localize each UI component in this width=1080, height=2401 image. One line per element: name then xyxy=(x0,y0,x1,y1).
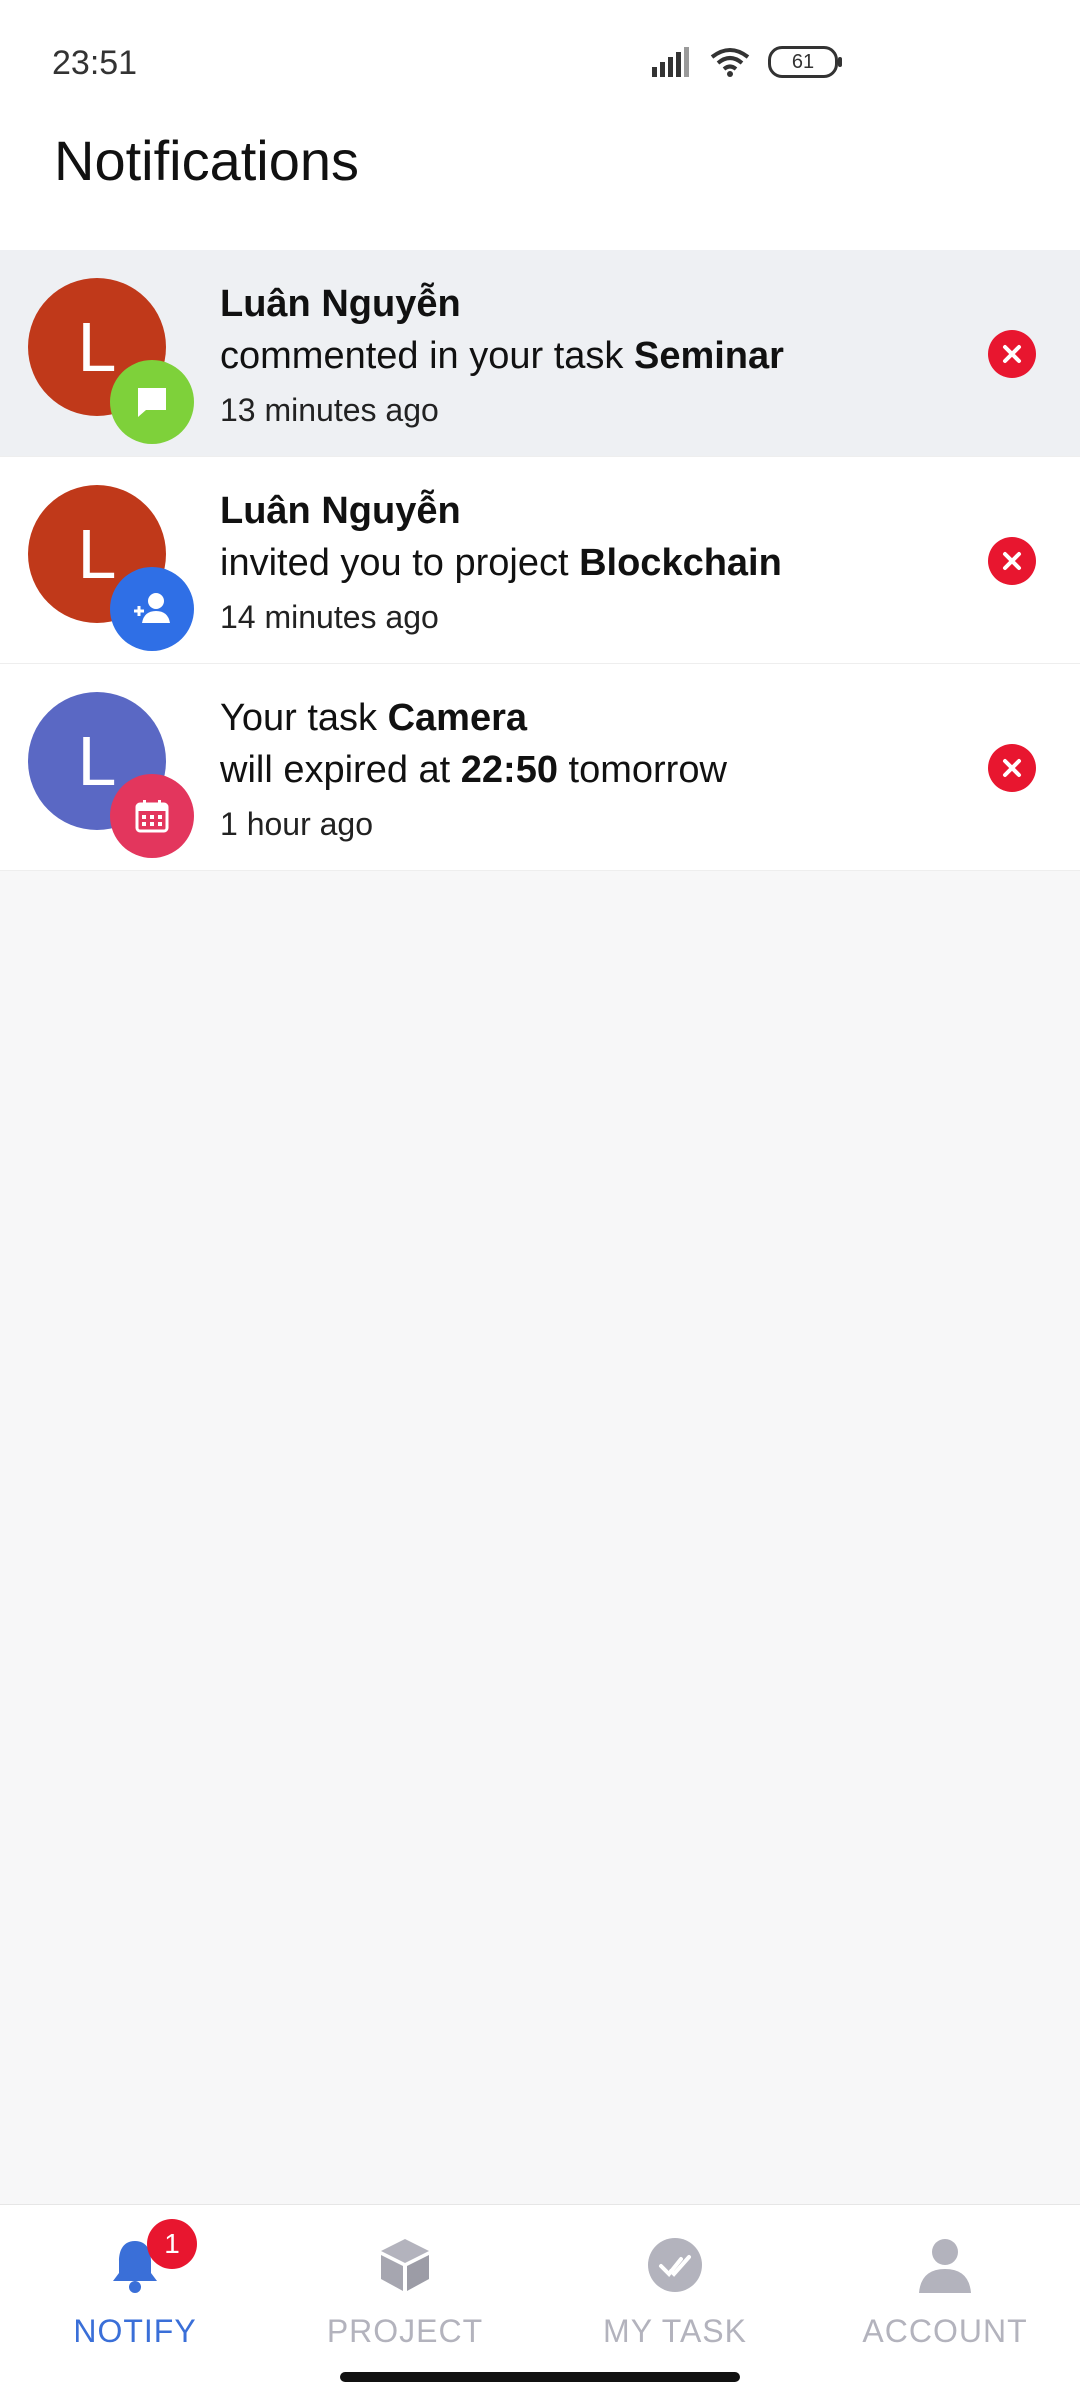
close-icon xyxy=(1003,552,1021,570)
delete-button[interactable] xyxy=(988,744,1036,792)
add-user-icon xyxy=(134,593,170,623)
nav-label-my-task: MY TASK xyxy=(603,2313,747,2349)
close-icon xyxy=(1003,345,1021,363)
notification-text: Luân Nguyễn commented in your task Semin… xyxy=(220,278,950,438)
delete-button[interactable] xyxy=(988,537,1036,585)
notification-text: Luân Nguyễn invited you to project Block… xyxy=(220,485,950,645)
person-icon xyxy=(919,2239,971,2293)
notification-list: L Luân Nguyễn commented in your task Sem… xyxy=(0,250,1080,871)
notification-count-badge: 1 xyxy=(147,2219,197,2269)
deadline-badge xyxy=(110,774,194,858)
nav-label-project: PROJECT xyxy=(326,2313,484,2349)
notification-time: 14 minutes ago xyxy=(220,599,439,635)
nav-account[interactable]: ACCOUNT xyxy=(810,2229,1080,2369)
page-title: Notifications xyxy=(54,129,360,192)
nav-notify[interactable]: 1 NOTIFY xyxy=(0,2219,270,2369)
check-icon-wrap xyxy=(645,2235,705,2295)
delete-button[interactable] xyxy=(988,330,1036,378)
avatar-letter: L xyxy=(77,515,117,593)
bell-icon-wrap: 1 xyxy=(105,2219,197,2295)
notification-item[interactable]: L Your task Camera will expired at 22:50… xyxy=(0,664,1080,871)
cube-icon xyxy=(381,2239,429,2291)
status-bar: 23:51 61 xyxy=(0,0,1080,120)
avatar-letter: L xyxy=(77,308,117,386)
check-circle-icon xyxy=(648,2238,702,2292)
cube-icon-wrap xyxy=(375,2235,435,2295)
action-text: commented in your task xyxy=(220,335,634,377)
status-time: 23:51 xyxy=(52,44,138,82)
notification-item[interactable]: L Luân Nguyễn commented in your task Sem… xyxy=(0,250,1080,457)
status-icons: 61 xyxy=(652,46,842,78)
nav-my-task[interactable]: MY TASK xyxy=(540,2229,810,2369)
notification-title: Your task Camera xyxy=(220,692,950,744)
target-name: Seminar xyxy=(633,335,784,377)
notification-message: will expired at 22:50 tomorrow xyxy=(220,744,950,796)
nav-label-notify: NOTIFY xyxy=(73,2313,197,2349)
title-prefix: Your task xyxy=(220,697,388,739)
header: Notifications xyxy=(0,120,1080,250)
message-suffix: tomorrow xyxy=(557,749,727,791)
notification-message: commented in your task Seminar xyxy=(220,330,950,382)
wifi-icon xyxy=(710,48,750,77)
actor-name: Luân Nguyễn xyxy=(220,490,461,532)
signal-icon xyxy=(652,47,689,77)
notification-item[interactable]: L Luân Nguyễn invited you to project Blo… xyxy=(0,457,1080,664)
comment-badge xyxy=(110,360,194,444)
home-indicator[interactable] xyxy=(340,2372,740,2382)
message-prefix: will expired at xyxy=(220,749,461,791)
battery-indicator: 61 xyxy=(768,46,842,78)
calendar-icon xyxy=(135,800,169,833)
comment-icon xyxy=(138,388,166,417)
action-text: invited you to project xyxy=(220,542,580,584)
nav-label-account: ACCOUNT xyxy=(862,2313,1028,2349)
notification-message: invited you to project Blockchain xyxy=(220,537,950,589)
actor-name: Luân Nguyễn xyxy=(220,283,461,325)
target-name: Blockchain xyxy=(579,542,782,584)
battery-level: 61 xyxy=(791,50,815,73)
notification-text: Your task Camera will expired at 22:50 t… xyxy=(220,692,950,852)
avatar-letter: L xyxy=(77,722,117,800)
close-icon xyxy=(1003,759,1021,777)
task-name: Camera xyxy=(387,697,528,739)
person-icon-wrap xyxy=(915,2235,975,2295)
invite-badge xyxy=(110,567,194,651)
notification-time: 1 hour ago xyxy=(220,806,374,842)
notification-time: 13 minutes ago xyxy=(220,392,439,428)
nav-project[interactable]: PROJECT xyxy=(270,2229,540,2369)
deadline-time: 22:50 xyxy=(460,749,558,791)
